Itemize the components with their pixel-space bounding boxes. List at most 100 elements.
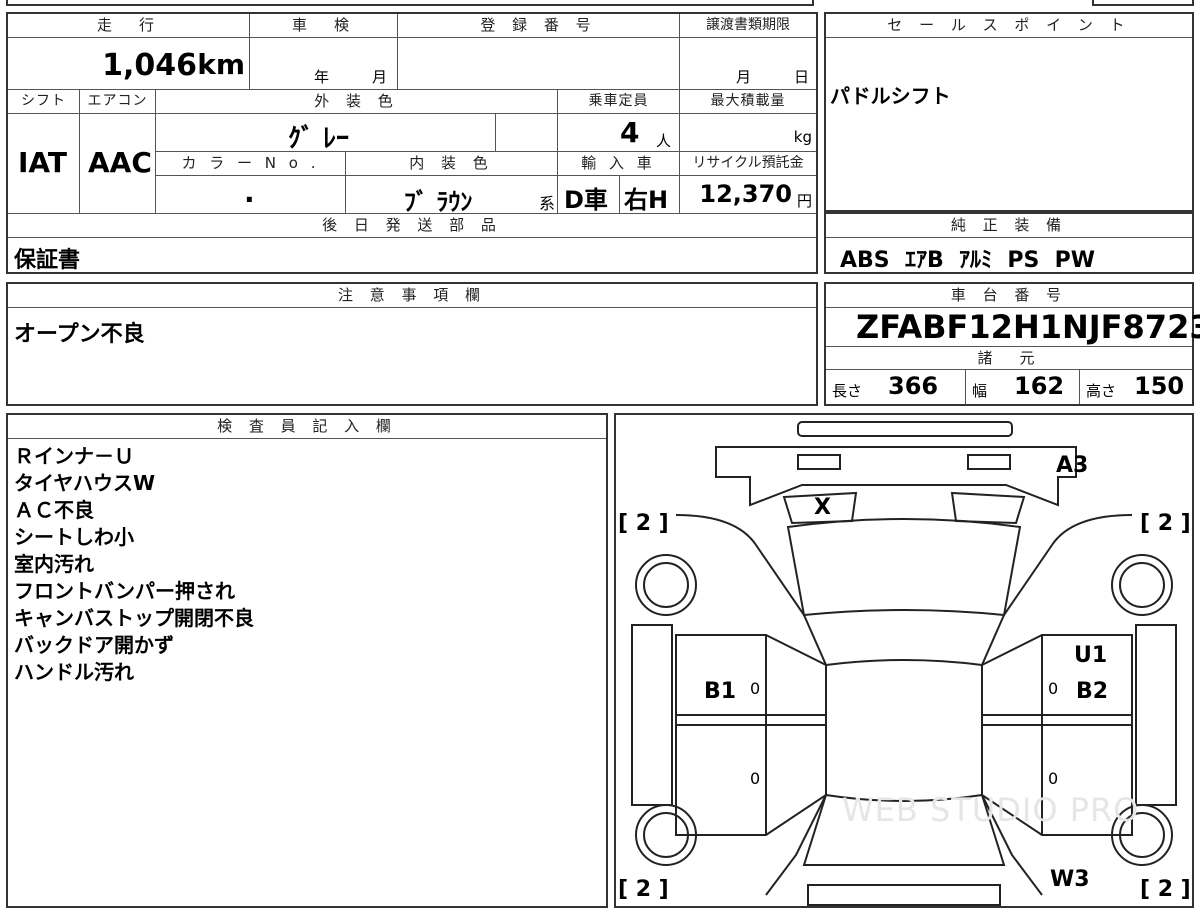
inspector-note: シートしわ小 (14, 525, 134, 549)
sales-point-value: パドルシフト (830, 84, 951, 108)
roof (825, 659, 983, 802)
max-load-cell: kg (680, 114, 816, 152)
tire-rr-label: [ 2 ] (1140, 877, 1191, 902)
wheel-front-left-inner (643, 562, 689, 608)
aircon-cell: AAC (80, 114, 156, 214)
exterior-color-value: ｸﾞ ﾚｰ (288, 124, 350, 152)
front-bumper-shape (797, 421, 1013, 437)
notes-box: 注 意 事 項 欄 オープン不良 (6, 282, 818, 406)
notes-value: オープン不良 (14, 322, 145, 347)
right-rocker (1135, 624, 1177, 806)
exterior-color-cell: ｸﾞ ﾚｰ (156, 114, 496, 152)
left-doors (675, 634, 827, 836)
sales-point-box: セ ー ル ス ポ イ ン ト パドルシフト (824, 12, 1194, 212)
damage-a3: A3 (1056, 453, 1089, 478)
left-rocker (631, 624, 673, 806)
capacity-value: 4 (620, 116, 640, 149)
aircon-header: エアコン (80, 90, 156, 114)
damage-b1: B1 (704, 679, 737, 704)
mileage-value: 1,046 (102, 48, 197, 83)
shift-value: IAT (18, 146, 68, 179)
shift-header: シフト (8, 90, 80, 114)
headlight-right (967, 454, 1011, 470)
transfer-day-label: 日 (794, 68, 810, 86)
width-value: 162 (1014, 372, 1065, 400)
import-type-value: D車 (564, 186, 608, 214)
genuine-equipment-box: 純 正 装 備 ABS ｴｱB ｱﾙﾐ PS PW (824, 212, 1194, 274)
inspector-note: タイヤハウスW (14, 471, 156, 495)
damage-w3: W3 (1050, 867, 1090, 892)
transfer-deadline-header: 譲渡書類期限 (680, 14, 816, 38)
mileage-header: 走 行 (8, 14, 250, 38)
later-parts-value: 保証書 (14, 248, 81, 273)
import-header: 輸 入 車 (558, 152, 680, 176)
tire-fl-label: [ 2 ] (618, 511, 669, 536)
notes-header: 注 意 事 項 欄 (8, 284, 816, 308)
max-load-unit: kg (793, 128, 812, 146)
transfer-month-label: 月 (736, 68, 752, 86)
zero-mark-1: 0 (750, 679, 761, 698)
zero-mark-2: 0 (1048, 679, 1059, 698)
genuine-equipment-header: 純 正 装 備 (826, 214, 1192, 238)
length-cell: 長さ 366 (826, 370, 966, 404)
recycle-cell: 12,370 円 (680, 176, 816, 214)
specs-header: 諸 元 (826, 346, 1192, 370)
inspector-note: フロントバンパー押され (14, 579, 235, 603)
inspector-note: ＡＣ不良 (14, 498, 94, 522)
length-label: 長さ (832, 382, 863, 400)
rear-bumper-shape (807, 884, 1001, 906)
recycle-unit: 円 (796, 192, 812, 210)
genuine-equipment-value: ABS ｴｱB ｱﾙﾐ PS PW (840, 248, 1096, 273)
damage-u1: U1 (1074, 643, 1108, 668)
inspector-header: 検 査 員 記 入 欄 (8, 415, 606, 439)
inspector-note: バックドア開かず (14, 633, 174, 657)
aircon-value: AAC (88, 146, 152, 179)
damage-x: X (814, 495, 831, 520)
tire-rl-label: [ 2 ] (618, 877, 669, 902)
headlight-left (797, 454, 841, 470)
color-no-value: . (244, 176, 255, 209)
height-value: 150 (1134, 372, 1185, 400)
left-body-line (675, 514, 827, 896)
inspector-note: Ｒインナ－Ｕ (14, 444, 134, 468)
interior-color-value: ﾌﾞ ﾗｳﾝ (404, 188, 473, 214)
registration-cell (398, 38, 680, 90)
vehicle-info-box: 走 行 車 検 登 録 番 号 譲渡書類期限 1,046 km 年 月 月 日 … (6, 12, 818, 274)
interior-color-header: 内 装 色 (346, 152, 558, 176)
windshield (786, 518, 1022, 617)
car-diagram-box: A3 X [ 2 ] [ 2 ] [ 2 ] [ 2 ] U1 B1 B2 0 … (614, 413, 1194, 908)
chassis-value: ZFABF12H1NJF87238 (856, 308, 1200, 346)
height-label: 高さ (1086, 382, 1117, 400)
inspector-note: ハンドル汚れ (14, 660, 134, 684)
steering-value: 右H (624, 186, 669, 214)
later-parts-header: 後 日 発 送 部 品 (8, 214, 816, 238)
zero-mark-4: 0 (1048, 769, 1059, 788)
registration-header: 登 録 番 号 (398, 14, 680, 38)
chassis-box: 車 台 番 号 ZFABF12H1NJF87238 諸 元 長さ 366 幅 1… (824, 282, 1200, 406)
steering-cell: 右H (620, 176, 680, 214)
chassis-header: 車 台 番 号 (826, 284, 1192, 308)
import-type-cell: D車 (558, 176, 620, 214)
width-cell: 幅 162 (966, 370, 1080, 404)
wheel-front-right-inner (1119, 562, 1165, 608)
color-no-header: カ ラ ー N o . (156, 152, 346, 176)
capacity-header: 乗車定員 (558, 90, 680, 114)
max-load-header: 最大積載量 (680, 90, 816, 114)
interior-color-cell: ﾌﾞ ﾗｳﾝ 系 (346, 176, 558, 214)
width-label: 幅 (972, 382, 988, 400)
mileage-unit: km (197, 48, 245, 81)
inspector-note: キャンバストップ開閉不良 (14, 606, 254, 630)
shift-cell: IAT (8, 114, 80, 214)
watermark: WEB STUDIO PRO (842, 791, 1140, 829)
recycle-header: リサイクル預託金 (680, 152, 816, 176)
damage-b2: B2 (1076, 679, 1109, 704)
inspection-header: 車 検 (250, 14, 398, 38)
capacity-cell: 4 人 (558, 114, 680, 152)
inspector-box: 検 査 員 記 入 欄 Ｒインナ－Ｕ タイヤハウスW ＡＣ不良 シートしわ小 室… (6, 413, 608, 908)
right-body-line (981, 514, 1133, 896)
sales-point-header: セ ー ル ス ポ イ ン ト (826, 14, 1192, 38)
top-cutoff-right (1092, 0, 1194, 6)
capacity-unit: 人 (656, 132, 672, 150)
exterior-color-extra (496, 114, 558, 152)
inspector-notes-list: Ｒインナ－Ｕ タイヤハウスW ＡＣ不良 シートしわ小 室内汚れ フロントバンパー… (14, 443, 254, 686)
